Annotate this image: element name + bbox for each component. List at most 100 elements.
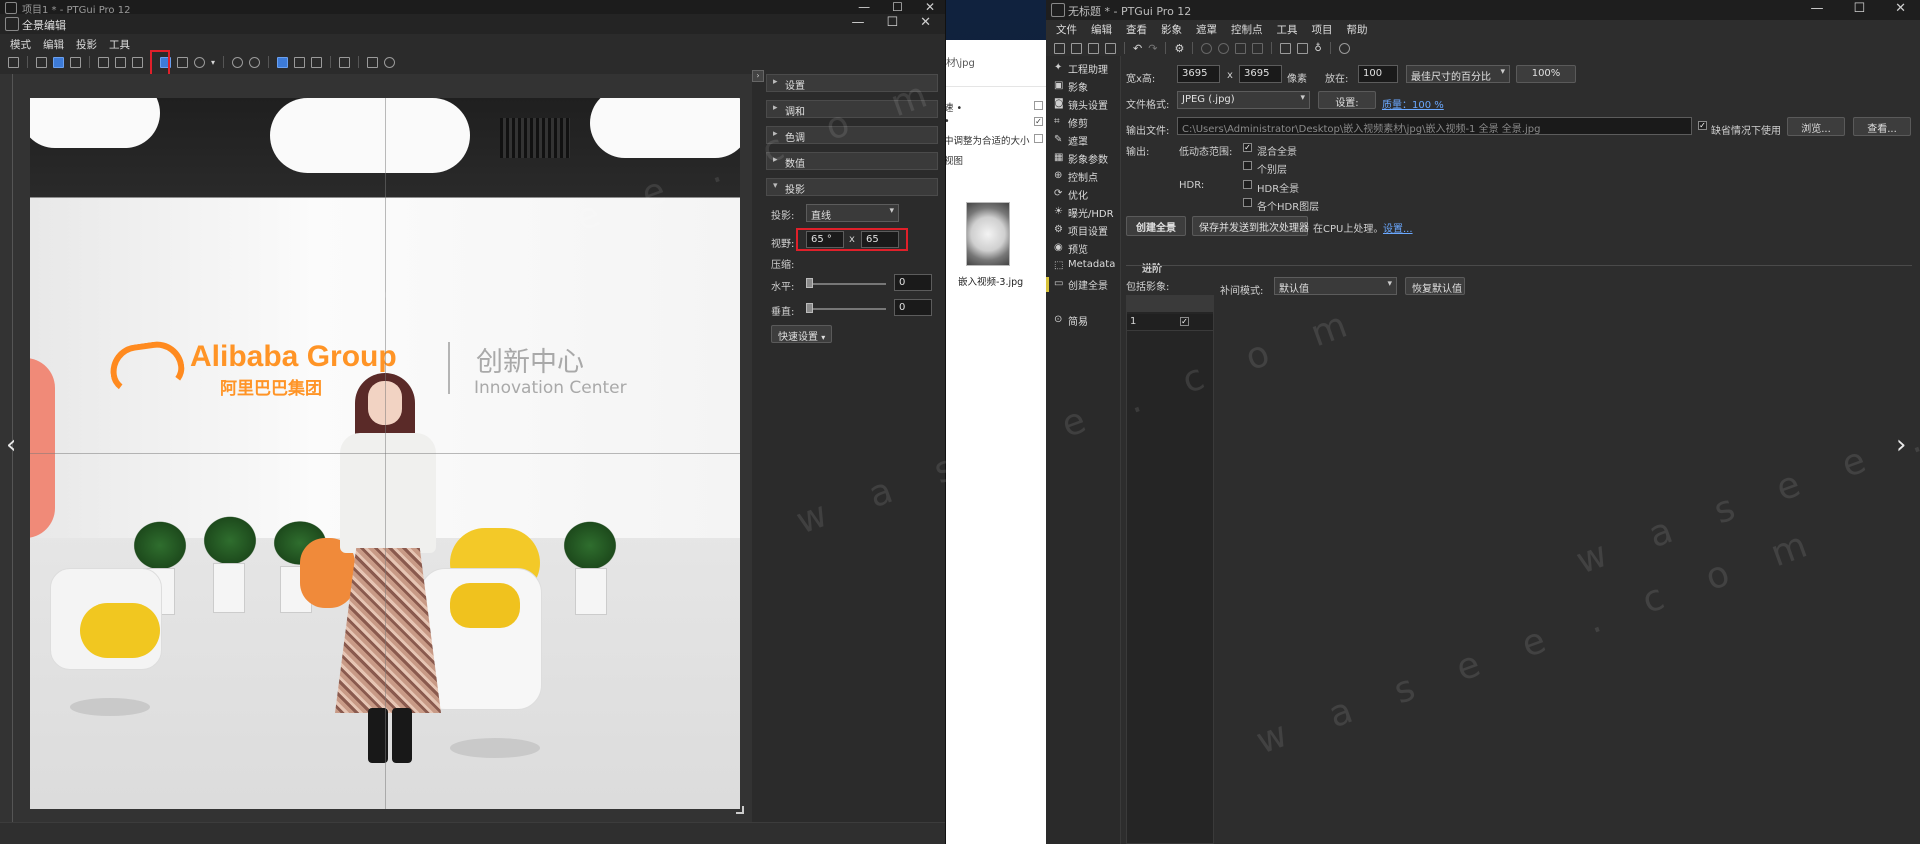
menu-view[interactable]: 查看 <box>1126 22 1147 38</box>
view-split-icon[interactable] <box>294 56 306 68</box>
explorer-option-3[interactable]: 中调整为合适的大小 <box>944 133 1030 147</box>
close-icon[interactable]: ✕ <box>920 15 931 30</box>
gear-icon[interactable]: ⚙ <box>1174 42 1184 55</box>
vertical-slider-track[interactable] <box>806 308 886 310</box>
minimize-icon[interactable]: — <box>1810 1 1823 16</box>
outer-minimize-icon[interactable]: — <box>858 0 870 14</box>
view-button[interactable]: 查看... <box>1853 117 1911 136</box>
nav-image-parameters[interactable]: ▦ 影象参数 <box>1052 151 1108 167</box>
nav-lens-settings[interactable]: ◙ 镜头设置 <box>1052 97 1108 113</box>
width-input[interactable]: 3695 <box>1177 65 1220 83</box>
maximize-icon[interactable]: ☐ <box>1853 1 1865 16</box>
open-icon[interactable] <box>1071 42 1082 54</box>
nav-control-points[interactable]: ⊕ 控制点 <box>1052 169 1098 185</box>
prev-slide-icon[interactable]: ‹ <box>6 430 16 460</box>
nav-crop[interactable]: ⌗ 修剪 <box>1052 115 1088 131</box>
interp-select[interactable]: 默认值 <box>1274 277 1397 295</box>
explorer-checkbox-1[interactable] <box>1034 101 1043 110</box>
save-icon[interactable] <box>1088 42 1099 54</box>
nav-exposure-hdr[interactable]: ☀ 曝光/HDR <box>1052 205 1114 221</box>
menu-mask[interactable]: 遮罩 <box>1196 22 1217 38</box>
horizontal-slider-track[interactable] <box>806 283 886 285</box>
undo-icon[interactable]: ↶ <box>1133 42 1142 55</box>
zoom-icon[interactable] <box>232 56 244 68</box>
preview-icon[interactable] <box>1235 42 1247 54</box>
save-to-batch-button[interactable]: 保存并发送到批次处理器 <box>1192 216 1309 236</box>
explorer-option-4[interactable]: 视图 <box>944 153 963 167</box>
panorama-mode-icon[interactable] <box>36 56 47 68</box>
explorer-thumbnail[interactable] <box>966 202 1010 266</box>
default-use-checkbox[interactable]: ✓ <box>1698 121 1707 130</box>
close-icon[interactable]: ✕ <box>1895 1 1906 16</box>
zoom-out-icon[interactable] <box>1218 42 1230 54</box>
fit-icon[interactable] <box>98 56 109 68</box>
minimize-icon[interactable]: — <box>851 15 864 30</box>
nav-project-settings[interactable]: ⚙ 项目设置 <box>1052 223 1108 239</box>
zoom-in-icon[interactable] <box>1201 42 1213 54</box>
table-icon[interactable] <box>1297 42 1309 54</box>
view-single-icon[interactable] <box>277 56 289 68</box>
outer-maximize-icon[interactable]: ☐ <box>892 0 903 14</box>
quick-settings-button[interactable]: 快速设置 ▾ <box>771 325 833 343</box>
center-icon[interactable] <box>115 56 126 68</box>
output-path-input[interactable]: C:\Users\Administrator\Desktop\嵌入视频素材\jp… <box>1177 117 1692 135</box>
eye-icon[interactable] <box>249 56 261 68</box>
menu-file[interactable]: 文件 <box>1056 22 1077 38</box>
nav-simple[interactable]: ⊙ 简易 <box>1052 313 1088 329</box>
format-settings-button[interactable]: 设置: <box>1318 91 1376 109</box>
resize-grip-icon[interactable] <box>736 806 744 814</box>
cpu-settings-link[interactable]: 设置... <box>1383 220 1413 235</box>
nav-metadata[interactable]: ⬚ Metadata <box>1052 259 1115 275</box>
explorer-thumbnail-label[interactable]: 嵌入视频-3.jpg <box>958 274 1023 288</box>
hdr-layers-checkbox[interactable] <box>1243 198 1252 207</box>
horizontal-input[interactable]: 0 <box>894 274 932 291</box>
undo-icon[interactable] <box>8 56 19 68</box>
rotate-mode-icon[interactable] <box>70 56 81 68</box>
scale-input[interactable]: 100 <box>1358 65 1398 83</box>
help-icon[interactable] <box>384 56 396 68</box>
table-row[interactable]: 1 ✓ <box>1127 314 1213 331</box>
chevron-down-icon[interactable]: ▾ <box>211 58 215 67</box>
vertical-slider-handle[interactable] <box>806 303 813 313</box>
menu-edit[interactable]: 编辑 <box>43 37 64 53</box>
redo-icon[interactable]: ↷ <box>1148 42 1157 55</box>
nav-create-panorama[interactable]: ▭ 创建全景 <box>1052 277 1108 293</box>
projection-select[interactable]: 直线 <box>806 204 899 222</box>
horizontal-slider-handle[interactable] <box>806 278 813 288</box>
explorer-checkbox-2[interactable]: ✓ <box>1034 117 1043 126</box>
panel-projection[interactable]: 投影 <box>766 178 938 196</box>
drag-mode-icon[interactable] <box>53 56 64 68</box>
restore-defaults-button[interactable]: 恢复默认值 <box>1405 277 1465 295</box>
save-as-icon[interactable] <box>1105 42 1116 54</box>
create-panorama-button[interactable]: 创建全景 <box>1126 216 1186 236</box>
maximize-icon[interactable]: ☐ <box>886 15 898 30</box>
format-select[interactable]: JPEG (.jpg) <box>1177 91 1310 109</box>
menu-tools[interactable]: 工具 <box>1277 22 1298 38</box>
crosshair-icon[interactable] <box>132 56 143 68</box>
size-mode-select[interactable]: 最佳尺寸的百分比 <box>1406 65 1510 83</box>
menu-project[interactable]: 项目 <box>1312 22 1333 38</box>
lightbulb-icon[interactable]: ♁ <box>1314 43 1321 54</box>
outer-close-icon[interactable]: ✕ <box>925 0 935 14</box>
sphere-icon[interactable] <box>194 56 205 68</box>
pan-icon[interactable] <box>1252 42 1264 54</box>
view-compare-icon[interactable] <box>311 56 323 68</box>
nav-project-assistant[interactable]: ✦ 工程助理 <box>1052 61 1108 77</box>
vertical-input[interactable]: 0 <box>894 299 932 316</box>
panel-collapse-icon[interactable]: › <box>752 70 764 82</box>
blended-checkbox[interactable]: ✓ <box>1243 143 1252 152</box>
nav-preview[interactable]: ◉ 预览 <box>1052 241 1088 257</box>
document-icon[interactable] <box>177 56 188 68</box>
panorama-editor-icon[interactable] <box>1280 42 1292 54</box>
hdr-pano-checkbox[interactable] <box>1243 180 1252 189</box>
explorer-checkbox-3[interactable] <box>1034 134 1043 143</box>
table-row-checkbox[interactable]: ✓ <box>1180 317 1189 326</box>
nav-images[interactable]: ▣ 影象 <box>1052 79 1088 95</box>
browse-button[interactable]: 浏览... <box>1787 117 1845 136</box>
new-icon[interactable] <box>1054 42 1065 54</box>
copy-icon[interactable] <box>367 56 379 68</box>
layers-checkbox[interactable] <box>1243 161 1252 170</box>
nav-optimize[interactable]: ⟳ 优化 <box>1052 187 1088 203</box>
quality-link[interactable]: 质量：100 % <box>1382 96 1444 111</box>
height-input[interactable]: 3695 <box>1239 65 1282 83</box>
